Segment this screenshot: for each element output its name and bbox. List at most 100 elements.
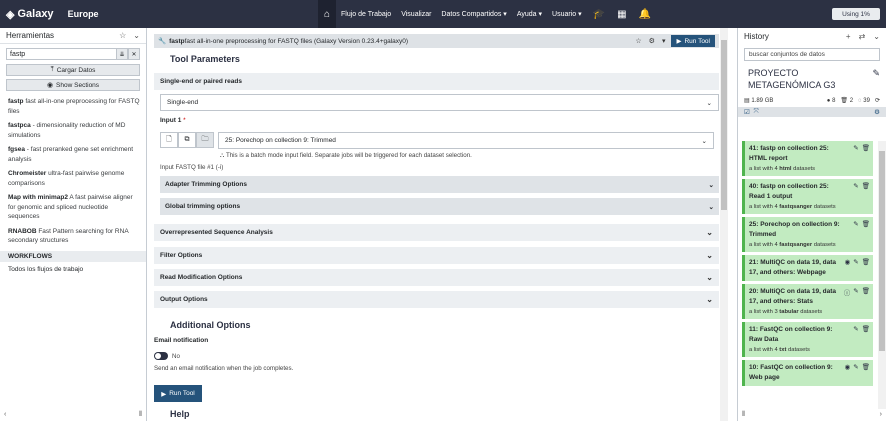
graduation-cap-icon[interactable]: 🎓 xyxy=(587,0,611,28)
trash-icon[interactable]: 🗑 xyxy=(862,287,870,297)
nav-help[interactable]: Ayuda ▾ xyxy=(512,0,547,28)
history-count-deleted[interactable]: 🗑 2 xyxy=(840,97,853,104)
history-name: PROYECTO METAGENÓMICA G3 ✎ xyxy=(748,67,880,91)
chevron-down-icon[interactable]: ⌄ xyxy=(873,32,880,41)
history-scrollbar[interactable] xyxy=(878,141,886,409)
trash-icon[interactable]: 🗑 xyxy=(862,258,870,266)
drag-handle-icon[interactable]: ⦀ xyxy=(139,411,142,419)
switch-history-icon[interactable]: ⇄ xyxy=(859,32,866,41)
dataset-collection-icon[interactable]: 🗀 xyxy=(196,132,214,148)
dataset-actions: ✎ 🗑 xyxy=(850,325,870,333)
run-tool-label-top: Run Tool xyxy=(684,37,710,45)
home-icon[interactable]: ⌂ xyxy=(318,0,336,28)
history-panel: History + ⇄ ⌄ buscar conjuntos de datos … xyxy=(737,28,886,421)
clear-search-icon[interactable]: ✕ xyxy=(128,48,140,60)
collapse-right-icon[interactable]: › xyxy=(880,411,882,419)
dataset-actions: ✎ 🗑 xyxy=(850,182,870,190)
all-workflows-link[interactable]: Todos los flujos de trabajo xyxy=(8,262,140,277)
multiple-datasets-icon[interactable]: ⧉ xyxy=(178,132,196,148)
nav-help-label: Ayuda xyxy=(516,10,537,18)
bell-icon[interactable]: 🔔 xyxy=(633,0,657,28)
pencil-icon[interactable]: ✎ xyxy=(853,325,858,333)
pencil-icon[interactable]: ✎ xyxy=(853,182,858,190)
tool-item-rnabob[interactable]: RNABOB Fast Pattern searching for RNA se… xyxy=(8,227,140,246)
tool-item-fastp[interactable]: fastp fast all-in-one preprocessing for … xyxy=(8,97,140,116)
email-notification-toggle[interactable] xyxy=(154,352,168,360)
output-options-section[interactable]: Output Options ⌄ xyxy=(154,291,719,308)
single-dataset-icon[interactable]: 🗋 xyxy=(160,132,178,148)
settings-gear-icon[interactable]: ⚙ xyxy=(874,108,880,116)
pencil-icon[interactable]: ✎ xyxy=(853,363,858,371)
plus-icon[interactable]: + xyxy=(846,32,851,41)
trash-icon[interactable]: 🗑 xyxy=(862,325,870,333)
run-tool-button-bottom[interactable]: ▶ Run Tool xyxy=(154,385,202,402)
filter-options-section[interactable]: Filter Options ⌄ xyxy=(154,247,719,264)
upload-button[interactable]: ⤒ Cargar Datos xyxy=(6,64,140,76)
dataset-summary: a list with 4 html datasets xyxy=(749,166,816,172)
trash-icon[interactable]: 🗑 xyxy=(862,144,870,152)
drag-handle-icon[interactable]: ⦀ xyxy=(742,411,745,419)
history-scrollbar-thumb[interactable] xyxy=(879,151,885,351)
brand-subsite: Europe xyxy=(67,9,99,19)
dataset-item-41[interactable]: 41: fastp on collection 25: HTML report … xyxy=(742,141,873,176)
overrepresented-section[interactable]: Overrepresented Sequence Analysis ⌄ xyxy=(154,224,719,241)
read-modification-label: Read Modification Options xyxy=(160,274,243,281)
pencil-icon[interactable]: ✎ xyxy=(872,67,880,91)
tool-item-fgsea[interactable]: fgsea - fast preranked gene set enrichme… xyxy=(8,145,140,164)
history-search-input[interactable]: buscar conjuntos de datos xyxy=(744,48,880,61)
nav-visualize[interactable]: Visualizar xyxy=(396,0,436,28)
select-all-icon[interactable]: ☑ xyxy=(744,108,750,116)
dataset-item-20[interactable]: 20: MultiQC on data 19, data 17, and oth… xyxy=(742,284,873,319)
quota-meter[interactable]: Using 1% xyxy=(832,8,880,20)
dataset-item-25[interactable]: 25: Porechop on collection 9: Trimmed a … xyxy=(742,217,873,252)
upload-label: Cargar Datos xyxy=(56,66,96,74)
tool-options-caret-icon[interactable]: ▾ xyxy=(662,37,666,45)
trash-icon[interactable]: 🗑 xyxy=(862,363,870,371)
trash-icon[interactable]: 🗑 xyxy=(862,220,870,228)
pencil-icon[interactable]: ✎ xyxy=(853,287,858,297)
nav-workflow[interactable]: Flujo de Trabajo xyxy=(336,0,396,28)
adapter-trimming-section[interactable]: Adapter Trimming Options ⌄ xyxy=(160,176,719,193)
history-count-ok[interactable]: ● 8 xyxy=(827,98,836,104)
dataset-item-40[interactable]: 40: fastp on collection 25: Read 1 outpu… xyxy=(742,179,873,214)
center-scrollbar[interactable] xyxy=(720,28,728,421)
favorite-star-icon[interactable]: ☆ xyxy=(635,37,641,45)
tool-item-minimap2[interactable]: Map with minimap2 A fast pairwise aligne… xyxy=(8,193,140,222)
info-icon[interactable]: ⓘ xyxy=(844,287,851,297)
star-icon[interactable]: ☆ xyxy=(119,31,126,40)
center-scrollbar-thumb[interactable] xyxy=(721,40,727,210)
advanced-search-icon[interactable]: ⇊ xyxy=(116,48,128,60)
grid-icon[interactable]: ▦ xyxy=(611,0,632,28)
dataset-item-11[interactable]: 11: FastQC on collection 9: Raw Data a l… xyxy=(742,322,873,357)
eye-icon[interactable]: ◉ xyxy=(845,363,851,371)
pencil-icon[interactable]: ✎ xyxy=(853,144,858,152)
chevron-down-icon[interactable]: ⌄ xyxy=(133,31,140,40)
collapse-all-icon[interactable]: ⤧ xyxy=(753,108,758,116)
global-trimming-section[interactable]: Global trimming options ⌄ xyxy=(160,198,719,215)
options-gear-icon[interactable]: ⚙ xyxy=(649,37,655,45)
history-count-hidden[interactable]: ◌ 39 xyxy=(858,98,870,104)
dataset-item-21[interactable]: 21: MultiQC on data 19, data 17, and oth… xyxy=(742,255,873,281)
brand[interactable]: ◈ Galaxy Europe xyxy=(0,8,99,21)
pencil-icon[interactable]: ✎ xyxy=(853,220,858,228)
input1-select[interactable]: 25: Porechop on collection 9: Trimmed ⌄ xyxy=(218,132,714,149)
collapse-left-icon[interactable]: ‹ xyxy=(4,411,6,419)
refresh-icon[interactable]: ⟳ xyxy=(875,97,880,104)
nav-user[interactable]: Usuario ▾ xyxy=(547,0,587,28)
adapter-trimming-label: Adapter Trimming Options xyxy=(165,181,247,188)
single-paired-label: Single-end or paired reads xyxy=(160,78,242,85)
tool-search-input[interactable]: fastp xyxy=(6,48,116,60)
single-paired-value: Single-end xyxy=(167,99,199,106)
tool-item-chromeister[interactable]: Chromeister ultra-fast pairwise genome c… xyxy=(8,169,140,188)
trash-icon[interactable]: 🗑 xyxy=(862,182,870,190)
nav-shared-data[interactable]: Datos Compartidos ▾ xyxy=(436,0,511,28)
single-paired-select[interactable]: Single-end ⌄ xyxy=(160,94,719,111)
pencil-icon[interactable]: ✎ xyxy=(853,258,858,266)
read-modification-section[interactable]: Read Modification Options ⌄ xyxy=(154,269,719,286)
run-tool-button-top[interactable]: ▶ Run Tool xyxy=(671,35,715,47)
tool-item-fastpca[interactable]: fastpca - dimensionality reduction of MD… xyxy=(8,121,140,140)
output-options-label: Output Options xyxy=(160,296,208,303)
eye-icon[interactable]: ◉ xyxy=(845,258,851,266)
show-sections-button[interactable]: ◉ Show Sections xyxy=(6,79,140,91)
dataset-item-10[interactable]: 10: FastQC on collection 9: Web page ◉ ✎ 🗑 xyxy=(742,360,873,386)
